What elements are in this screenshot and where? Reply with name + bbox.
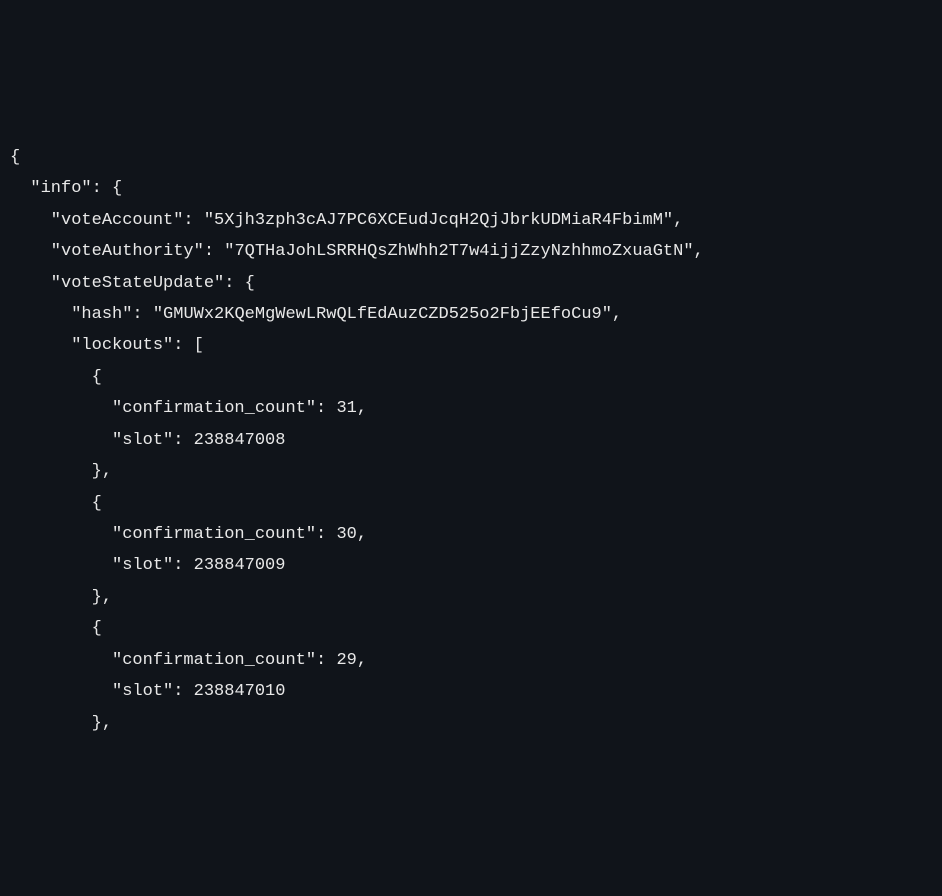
json-val-cc-2: 29 [336,651,356,670]
json-val-voteAuthority: 7QTHaJohLSRRHQsZhWhh2T7w4ijjZzyNzhhmoZxu… [234,242,683,261]
json-val-cc-0: 31 [336,399,356,418]
json-key-slot: slot [122,431,163,450]
json-key-confirmation-count: confirmation_count [122,525,306,544]
json-key-voteAuthority: voteAuthority [61,242,194,261]
json-key-hash: hash [81,305,122,324]
json-key-voteStateUpdate: voteStateUpdate [61,274,214,293]
json-val-voteAccount: 5Xjh3zph3cAJ7PC6XCEudJcqH2QjJbrkUDMiaR4F… [214,211,663,230]
json-key-info: info [41,179,82,198]
json-key-slot: slot [122,682,163,701]
json-val-cc-1: 30 [336,525,356,544]
json-key-voteAccount: voteAccount [61,211,173,230]
json-val-slot-0: 238847008 [194,431,286,450]
json-val-slot-1: 238847009 [194,556,286,575]
json-key-slot: slot [122,556,163,575]
json-key-lockouts: lockouts [81,336,163,355]
json-val-slot-2: 238847010 [194,682,286,701]
code-block: { "info": { "voteAccount": "5Xjh3zph3cAJ… [10,142,932,739]
json-key-confirmation-count: confirmation_count [122,399,306,418]
json-key-confirmation-count: confirmation_count [122,651,306,670]
json-val-hash: GMUWx2KQeMgWewLRwQLfEdAuzCZD525o2FbjEEfo… [163,305,602,324]
